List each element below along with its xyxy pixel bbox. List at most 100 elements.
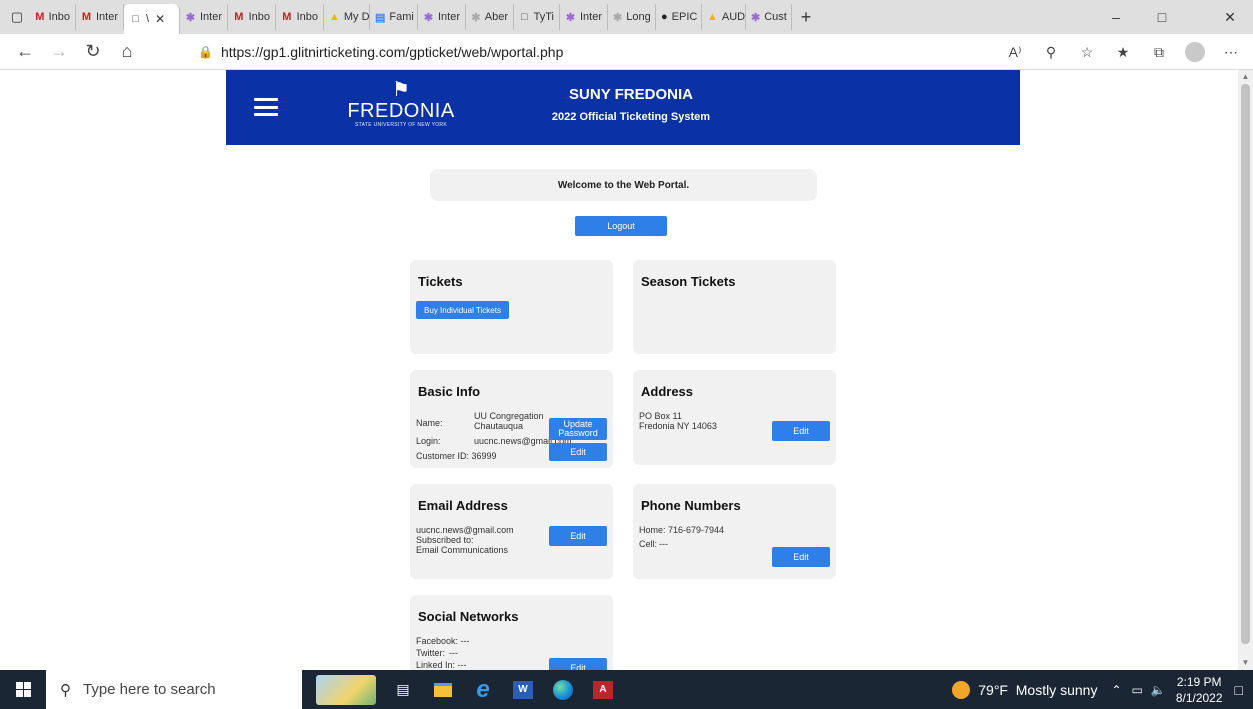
volume-icon[interactable]: 🔈 [1151,683,1166,697]
twitter-value: --- [449,648,458,658]
update-password-line2: Password [558,428,598,438]
tickets-title: Tickets [418,274,463,289]
profile-avatar[interactable] [1179,37,1211,67]
browser-tab[interactable]: ✱ Aber [466,4,514,30]
cell-label: Cell: [639,539,658,549]
basic-info-card: Basic Info Name: UU Congregation Chautau… [410,370,613,468]
purple-site-icon: ✱ [185,11,196,24]
name-label: Name: [416,418,443,428]
tab-actions-icon[interactable]: ▢ [4,5,30,29]
notifications-icon[interactable]: □ [1235,682,1243,698]
browser-tab[interactable]: ✱ Long [608,4,656,30]
browser-tab-label: Inter [437,11,460,23]
edge-icon[interactable] [548,670,578,709]
file-explorer-icon[interactable] [428,670,458,709]
browser-tab-label: Fami [389,11,414,23]
name-value-line1: UU Congregation [474,411,544,421]
browser-tab[interactable]: ● EPIC [656,4,702,30]
url-text: https://gp1.glitnirticketing.com/gpticke… [220,44,564,60]
phone-edit-button[interactable]: Edit [772,547,830,567]
gmail-icon: M [35,11,45,23]
weather-sun-icon [952,680,971,699]
new-tab-button[interactable]: + [792,7,820,28]
minimize-button[interactable]: – [1093,0,1139,34]
browser-tab[interactable]: M Inbo [228,4,276,30]
clock[interactable]: 2:19 PM 8/1/2022 [1176,674,1223,706]
browser-tab[interactable]: ▲ My D [324,4,370,30]
more-menu-icon[interactable]: ⋯ [1215,37,1247,67]
weather-text[interactable]: 79°F Mostly sunny [978,682,1097,698]
email-card: Email Address uucnc.news@gmail.com Subsc… [410,484,613,579]
scroll-up-icon[interactable]: ▲ [1238,72,1253,81]
browser-tab-label: Inter [579,11,602,23]
close-window-button[interactable]: ✕ [1207,0,1253,34]
internet-explorer-icon[interactable]: e [468,670,498,709]
search-icon: ⚲ [60,681,71,699]
social-networks-card: Social Networks Facebook: --- Twitter: -… [410,595,613,670]
season-tickets-title: Season Tickets [641,274,736,289]
drive-icon: ▲ [707,11,718,23]
browser-tab[interactable]: ✱ Inter [418,4,466,30]
buy-individual-tickets-button[interactable]: Buy Individual Tickets [416,301,509,319]
welcome-banner: Welcome to the Web Portal. [430,169,817,201]
browser-tab[interactable]: M Inbo [30,4,76,30]
browser-tab[interactable]: M Inbo [276,4,324,30]
site-subtitle: 2022 Official Ticketing System [551,111,711,123]
browser-tab[interactable]: □ \ ✕ [124,4,180,34]
zoom-icon[interactable]: ⚲ [1035,37,1067,67]
read-aloud-icon[interactable]: A⁾ [999,37,1031,67]
browser-tab[interactable]: ✱ Inter [180,4,228,30]
browser-tab[interactable]: ▤ Fami [370,4,418,30]
browser-tab-label: Inbo [296,11,318,23]
purple-site-icon: ✱ [423,11,434,24]
address-bar[interactable]: 🔒 https://gp1.glitnirticketing.com/gptic… [198,38,563,66]
address-edit-button[interactable]: Edit [772,421,830,441]
fredonia-mark-icon: ⚑ [392,79,410,101]
favorite-add-icon[interactable]: ☆ [1071,37,1103,67]
scrollbar-thumb[interactable] [1241,84,1250,644]
access-icon[interactable]: A [588,670,618,709]
network-icon[interactable]: ▭ [1132,683,1143,697]
close-tab-icon[interactable]: ✕ [155,12,165,26]
collections-icon[interactable]: ⧉ [1143,37,1175,67]
page-scrollbar[interactable]: ▲ ▼ [1238,70,1253,670]
docs-icon: ▤ [375,11,386,24]
browser-tab[interactable]: ▲ AUD [702,4,746,30]
hamburger-menu-icon[interactable] [254,98,278,116]
address-card: Address PO Box 11 Fredonia NY 14063 Edit [633,370,836,465]
browser-tab-label: Inbo [248,11,270,23]
social-edit-button[interactable]: Edit [549,658,607,670]
home-icon[interactable]: ⌂ [110,37,144,67]
scroll-down-icon[interactable]: ▼ [1238,658,1253,667]
forward-icon[interactable]: → [42,37,76,67]
back-icon[interactable]: ← [8,37,42,67]
logo-word: FREDONIA [347,100,455,122]
home-phone: Home: 716-679-7944 [639,525,725,535]
fredonia-logo[interactable]: ⚑ FREDONIA STATE UNIVERSITY OF NEW YORK [346,80,456,140]
browser-tab-label: Long [626,11,651,23]
browser-tab-label: My D [343,11,370,23]
basic-info-edit-button[interactable]: Edit [549,443,607,461]
gmail-icon: M [81,11,92,23]
task-view-icon[interactable]: ▤ [388,670,418,709]
browser-tab[interactable]: ✱ Cust [746,4,792,30]
windows-start-icon[interactable] [0,670,46,709]
browser-tab[interactable]: M Inter [76,4,124,30]
email-edit-button[interactable]: Edit [549,526,607,546]
widgets-landscape-icon[interactable] [316,674,376,705]
logout-button[interactable]: Logout [575,216,667,236]
show-hidden-icons-icon[interactable]: ⌃ [1111,683,1121,697]
browser-tab-label: Aber [484,11,508,23]
web-page: ⚑ FREDONIA STATE UNIVERSITY OF NEW YORK … [0,70,1238,670]
purple-site-icon: ✱ [751,11,761,24]
browser-tab[interactable]: □ TyTi [514,4,560,30]
refresh-icon[interactable]: ↻ [76,37,110,67]
update-password-button[interactable]: Update Password [549,418,607,440]
browser-tab[interactable]: ✱ Inter [560,4,608,30]
taskbar: ⚲ Type here to search ▤ e W A 79°F Mostl… [0,670,1253,709]
word-icon[interactable]: W [508,670,538,709]
maximize-button[interactable]: □ [1139,0,1185,34]
season-tickets-card: Season Tickets [633,260,836,354]
taskbar-search-box[interactable]: ⚲ Type here to search [46,670,302,709]
favorites-icon[interactable]: ★ [1107,37,1139,67]
